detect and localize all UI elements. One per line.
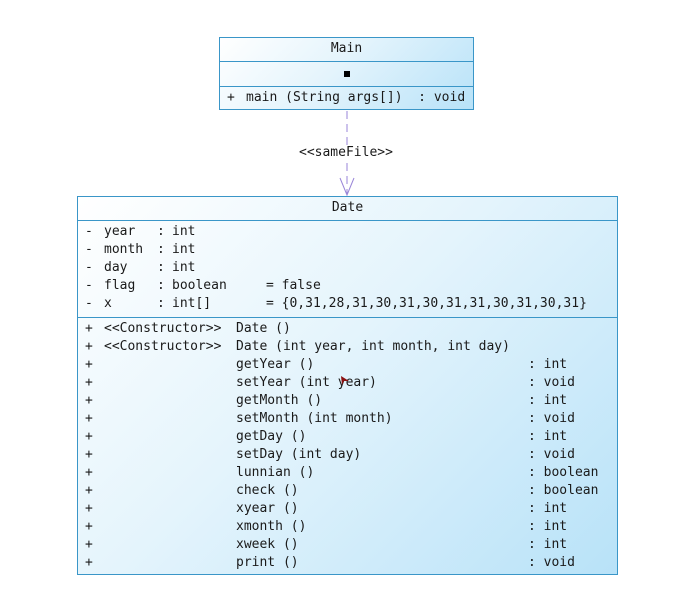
operation-row[interactable]: + setMonth (int month) : void (78, 410, 617, 428)
attribute-type: boolean (172, 278, 227, 293)
operation-stereotype: <<Constructor>> (104, 321, 222, 336)
date-operations-section: + <<Constructor>> Date () + <<Constructor>> D… (78, 317, 617, 572)
attribute-colon: : (157, 260, 165, 275)
operation-visibility: + (85, 501, 93, 516)
attribute-colon: : (157, 224, 165, 239)
operation-return-type: : int (528, 357, 568, 372)
dependency-label: <<sameFile>> (298, 145, 394, 161)
operation-visibility: + (85, 339, 93, 354)
operation-signature: Date (int year, int month, int day) (236, 339, 510, 354)
attribute-row[interactable]: - year: int (78, 223, 617, 241)
operation-visibility: + (85, 357, 93, 372)
attribute-row[interactable]: - x: int[] = {0,31,28,31,30,31,30,31,31,30,… (78, 295, 617, 313)
operation-visibility: + (85, 537, 93, 552)
operation-signature: xweek () (236, 537, 299, 552)
operation-return-type: : void (528, 375, 575, 390)
attribute-row[interactable]: - month: int (78, 241, 617, 259)
main-operations-section: + main (String args[]) : void (220, 86, 473, 111)
attribute-visibility: - (85, 296, 93, 311)
operation-row[interactable]: + xyear () : int (78, 500, 617, 518)
operation-signature: getMonth () (236, 393, 323, 408)
attribute-name: month (104, 242, 144, 257)
operation-row[interactable]: + xweek () : int (78, 536, 617, 554)
operation-signature: Date () (236, 321, 291, 336)
operation-row[interactable]: + main (String args[]) : void (220, 89, 473, 107)
operation-visibility: + (85, 519, 93, 534)
cursor-icon (341, 376, 349, 385)
operation-visibility: + (85, 411, 93, 426)
attribute-colon: : (157, 242, 165, 257)
operation-visibility: + (85, 375, 93, 390)
main-class-name: Main (330, 41, 363, 56)
attribute-name: year (104, 224, 136, 239)
operation-return-type: : int (528, 429, 568, 444)
attribute-type: int (172, 260, 196, 275)
operation-return-type: : int (528, 519, 568, 534)
operation-return-type: : int (528, 393, 568, 408)
operation-signature: main (String args[]) : void (246, 90, 466, 105)
operation-visibility: + (85, 483, 93, 498)
operation-row[interactable]: + <<Constructor>> Date () (78, 320, 617, 338)
operation-signature: check () (236, 483, 299, 498)
arrowhead-icon (339, 177, 355, 197)
main-class-box[interactable]: Main + main (String args[]) : void (219, 37, 474, 110)
attribute-row[interactable]: - day: int (78, 259, 617, 277)
attribute-type: int[] (172, 296, 212, 311)
attribute-visibility: - (85, 260, 93, 275)
attribute-type: int (172, 242, 196, 257)
operation-visibility: + (85, 429, 93, 444)
operation-row[interactable]: + getDay () : int (78, 428, 617, 446)
operation-visibility: + (85, 447, 93, 462)
attribute-default: = false (266, 278, 321, 293)
operation-signature: xmonth () (236, 519, 307, 534)
attribute-row[interactable]: - flag: boolean = false (78, 277, 617, 295)
operation-signature: setYear (int year) (236, 375, 377, 390)
attribute-default: = {0,31,28,31,30,31,30,31,31,30,31,30,31… (266, 296, 587, 311)
date-class-name: Date (331, 200, 364, 215)
attribute-visibility: - (85, 242, 93, 257)
operation-row[interactable]: + lunnian () : boolean (78, 464, 617, 482)
operation-row[interactable]: + getYear () : int (78, 356, 617, 374)
operation-visibility: + (85, 321, 93, 336)
operation-return-type: : boolean (528, 483, 599, 498)
operation-return-type: : void (528, 411, 575, 426)
operation-visibility: + (85, 465, 93, 480)
attribute-visibility: - (85, 224, 93, 239)
operation-return-type: : boolean (528, 465, 599, 480)
attribute-colon: : (157, 278, 165, 293)
operation-signature: setMonth (int month) (236, 411, 393, 426)
operation-return-type: : int (528, 537, 568, 552)
attribute-name: day (104, 260, 128, 275)
operation-row[interactable]: + xmonth () : int (78, 518, 617, 536)
operation-signature: lunnian () (236, 465, 315, 480)
operation-row[interactable]: + check () : boolean (78, 482, 617, 500)
operation-row[interactable]: + getMonth () : int (78, 392, 617, 410)
operation-return-type: : void (528, 447, 575, 462)
small-square-icon (344, 71, 350, 77)
operation-signature: getYear () (236, 357, 315, 372)
operation-stereotype: <<Constructor>> (104, 339, 222, 354)
operation-signature: getDay () (236, 429, 307, 444)
operation-visibility: + (227, 90, 235, 105)
operation-signature: print () (236, 555, 299, 570)
attribute-name: x (104, 296, 112, 311)
date-attributes-section: - year: int - month: int - day: int - flag: boolean… (78, 220, 617, 317)
attribute-colon: : (157, 296, 165, 311)
operation-signature: xyear () (236, 501, 299, 516)
operation-row[interactable]: + print () : void (78, 554, 617, 572)
operation-return-type: : void (528, 555, 575, 570)
operation-signature: setDay (int day) (236, 447, 362, 462)
attribute-visibility: - (85, 278, 93, 293)
attribute-type: int (172, 224, 196, 239)
operation-visibility: + (85, 393, 93, 408)
main-attributes-section (220, 61, 473, 86)
operation-row[interactable]: + <<Constructor>> Date (int year, int mont… (78, 338, 617, 356)
operation-return-type: : int (528, 501, 568, 516)
attribute-name: flag (104, 278, 136, 293)
operation-row[interactable]: + setDay (int day) : void (78, 446, 617, 464)
operation-visibility: + (85, 555, 93, 570)
